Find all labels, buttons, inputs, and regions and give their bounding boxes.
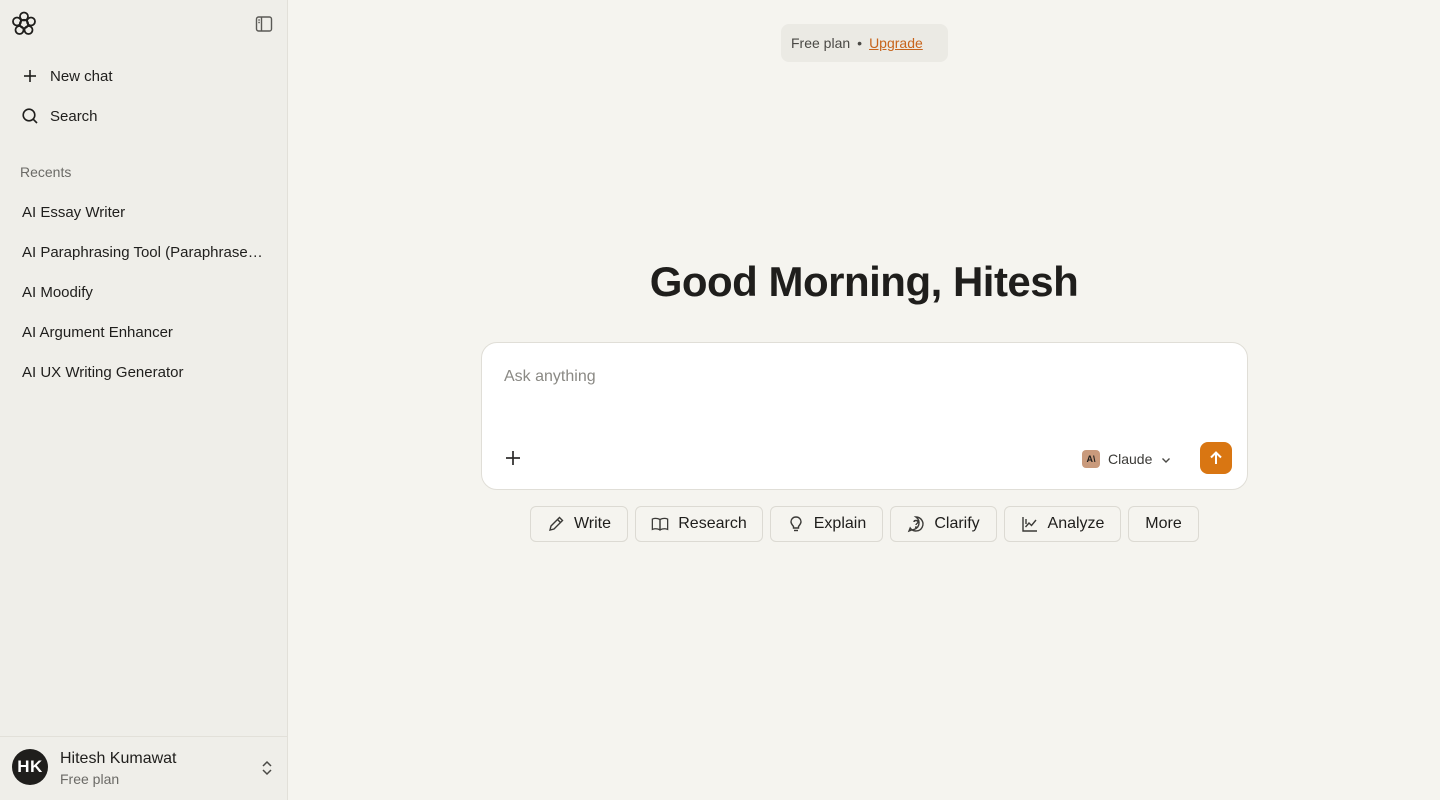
pencil-icon: [547, 515, 565, 533]
recent-chat-title: AI Paraphrasing Tool (Paraphraser...: [22, 243, 264, 261]
upgrade-link[interactable]: Upgrade: [869, 35, 923, 51]
analyze-chip-label: Analyze: [1047, 515, 1105, 532]
toggle-sidebar-icon[interactable]: [254, 14, 274, 34]
write-chip-button[interactable]: Write: [530, 506, 628, 542]
new-chat-button[interactable]: New chat: [12, 58, 276, 94]
profile-name: Hitesh Kumawat: [60, 750, 177, 767]
question-icon: [907, 515, 925, 533]
recent-chat-item[interactable]: AI Essay Writer: [14, 195, 274, 229]
app-logo-icon[interactable]: [11, 11, 37, 37]
recent-chat-item[interactable]: AI Moodify: [14, 275, 274, 309]
book-icon: [651, 515, 669, 533]
explain-chip-label: Explain: [813, 515, 867, 532]
recent-chat-title: AI UX Writing Generator: [22, 363, 184, 381]
arrow-up-icon: [1210, 451, 1222, 464]
separator-dot: •: [857, 35, 863, 51]
analyze-chip-button[interactable]: Analyze: [1004, 506, 1121, 542]
explain-chip-button[interactable]: Explain: [770, 506, 883, 542]
write-chip-label: Write: [573, 515, 612, 532]
sidebar: New chat Search Recents AI Essay Writer …: [0, 0, 288, 800]
recent-chat-item[interactable]: AI Argument Enhancer: [14, 315, 274, 349]
more-chip-label: More: [1145, 515, 1182, 532]
recent-chat-item[interactable]: AI Paraphrasing Tool (Paraphraser...: [14, 235, 274, 269]
chevron-up-down-icon: [258, 759, 276, 777]
profile-plan: Free plan: [60, 771, 120, 787]
chevron-down-icon: [1160, 453, 1172, 465]
recents-heading: Recents: [20, 164, 72, 180]
research-chip-button[interactable]: Research: [635, 506, 763, 542]
lightbulb-icon: [787, 515, 805, 533]
model-selector[interactable]: A\ Claude: [1082, 447, 1172, 471]
plan-label: Free plan: [791, 35, 851, 51]
recent-chat-title: AI Argument Enhancer: [22, 323, 173, 341]
new-chat-label: New chat: [50, 67, 113, 85]
send-button[interactable]: [1200, 442, 1232, 474]
recent-chat-title: AI Moodify: [22, 283, 93, 301]
more-chip-button[interactable]: More: [1128, 506, 1199, 542]
avatar: HK: [12, 749, 48, 785]
model-label: Claude: [1108, 451, 1153, 467]
research-chip-label: Research: [678, 515, 747, 532]
model-logo-icon: A\: [1082, 450, 1100, 468]
clarify-chip-button[interactable]: Clarify: [890, 506, 997, 542]
search-label: Search: [50, 107, 98, 125]
recent-chat-title: AI Essay Writer: [22, 203, 126, 221]
chart-icon: [1021, 515, 1039, 533]
greeting-title: Good Morning, Hitesh: [649, 258, 1079, 305]
search-button[interactable]: Search: [12, 98, 276, 134]
recent-chat-item[interactable]: AI UX Writing Generator: [14, 355, 274, 389]
clarify-chip-label: Clarify: [934, 515, 980, 532]
search-icon: [20, 106, 40, 126]
plus-icon: [20, 66, 40, 86]
prompt-input[interactable]: [504, 363, 1204, 391]
chat-composer: A\ Claude: [481, 342, 1248, 490]
add-attachment-button[interactable]: [502, 447, 524, 469]
user-profile-menu[interactable]: HK Hitesh Kumawat Free plan: [0, 736, 288, 800]
plan-banner: Free plan • Upgrade: [781, 24, 948, 62]
